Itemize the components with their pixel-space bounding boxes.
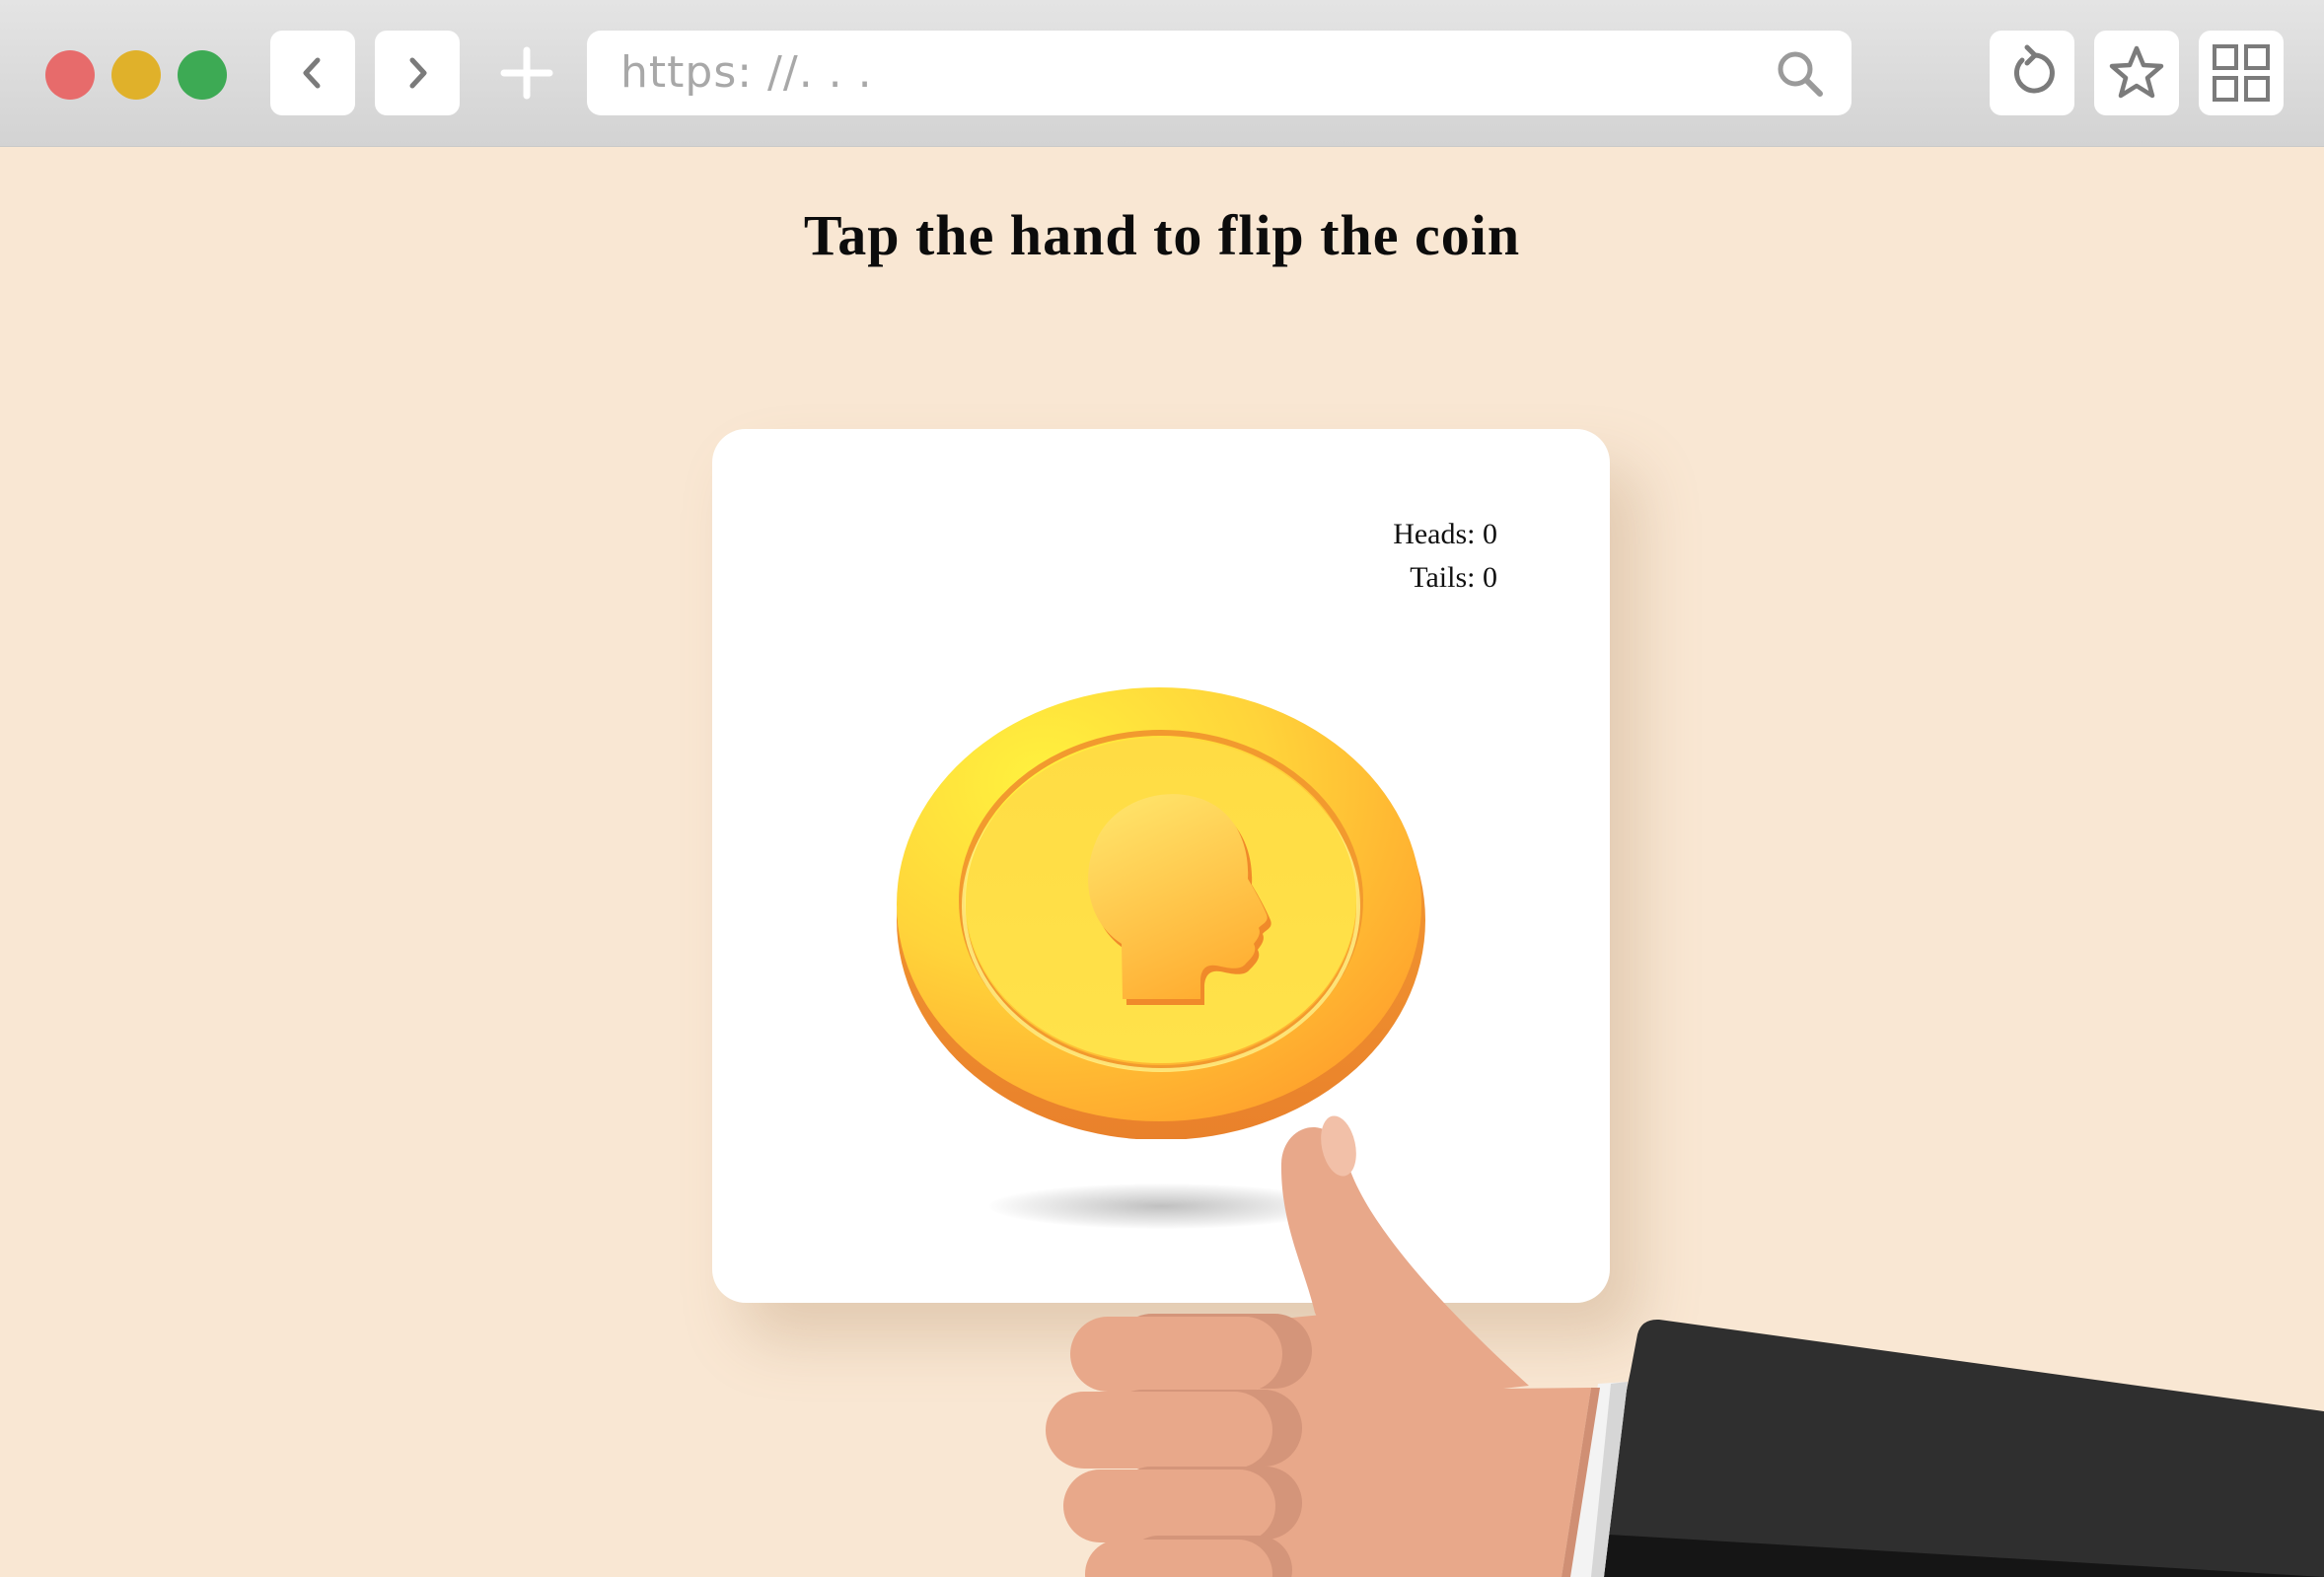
coin[interactable] (893, 685, 1435, 1139)
tabs-overview-button[interactable] (2199, 31, 2284, 115)
new-tab-button[interactable] (491, 37, 562, 108)
reload-icon (2013, 44, 2055, 94)
star-icon (2109, 45, 2164, 99)
forward-button[interactable] (375, 31, 460, 115)
address-placeholder: https: //. . . (620, 47, 873, 98)
browser-toolbar: https: //. . . (0, 0, 2324, 147)
curled-fingers (1046, 1314, 1312, 1577)
back-button[interactable] (270, 31, 355, 115)
chevron-right-icon (409, 57, 427, 89)
heads-count: Heads: 0 (1393, 518, 1497, 550)
search-icon[interactable] (1775, 48, 1826, 100)
chevron-left-icon (303, 57, 321, 89)
flip-hand[interactable] (1036, 1110, 2324, 1577)
grid-icon (2213, 44, 2270, 102)
address-bar[interactable]: https: //. . . (587, 31, 1852, 115)
plus-icon (500, 46, 553, 100)
bookmark-button[interactable] (2094, 31, 2179, 115)
minimize-window-button[interactable] (111, 50, 161, 100)
maximize-window-button[interactable] (178, 50, 227, 100)
close-window-button[interactable] (45, 50, 95, 100)
tails-count: Tails: 0 (1410, 561, 1497, 594)
sleeve (1588, 1319, 2324, 1577)
page-title: Tap the hand to flip the coin (803, 203, 1521, 267)
reload-button[interactable] (1990, 31, 2074, 115)
